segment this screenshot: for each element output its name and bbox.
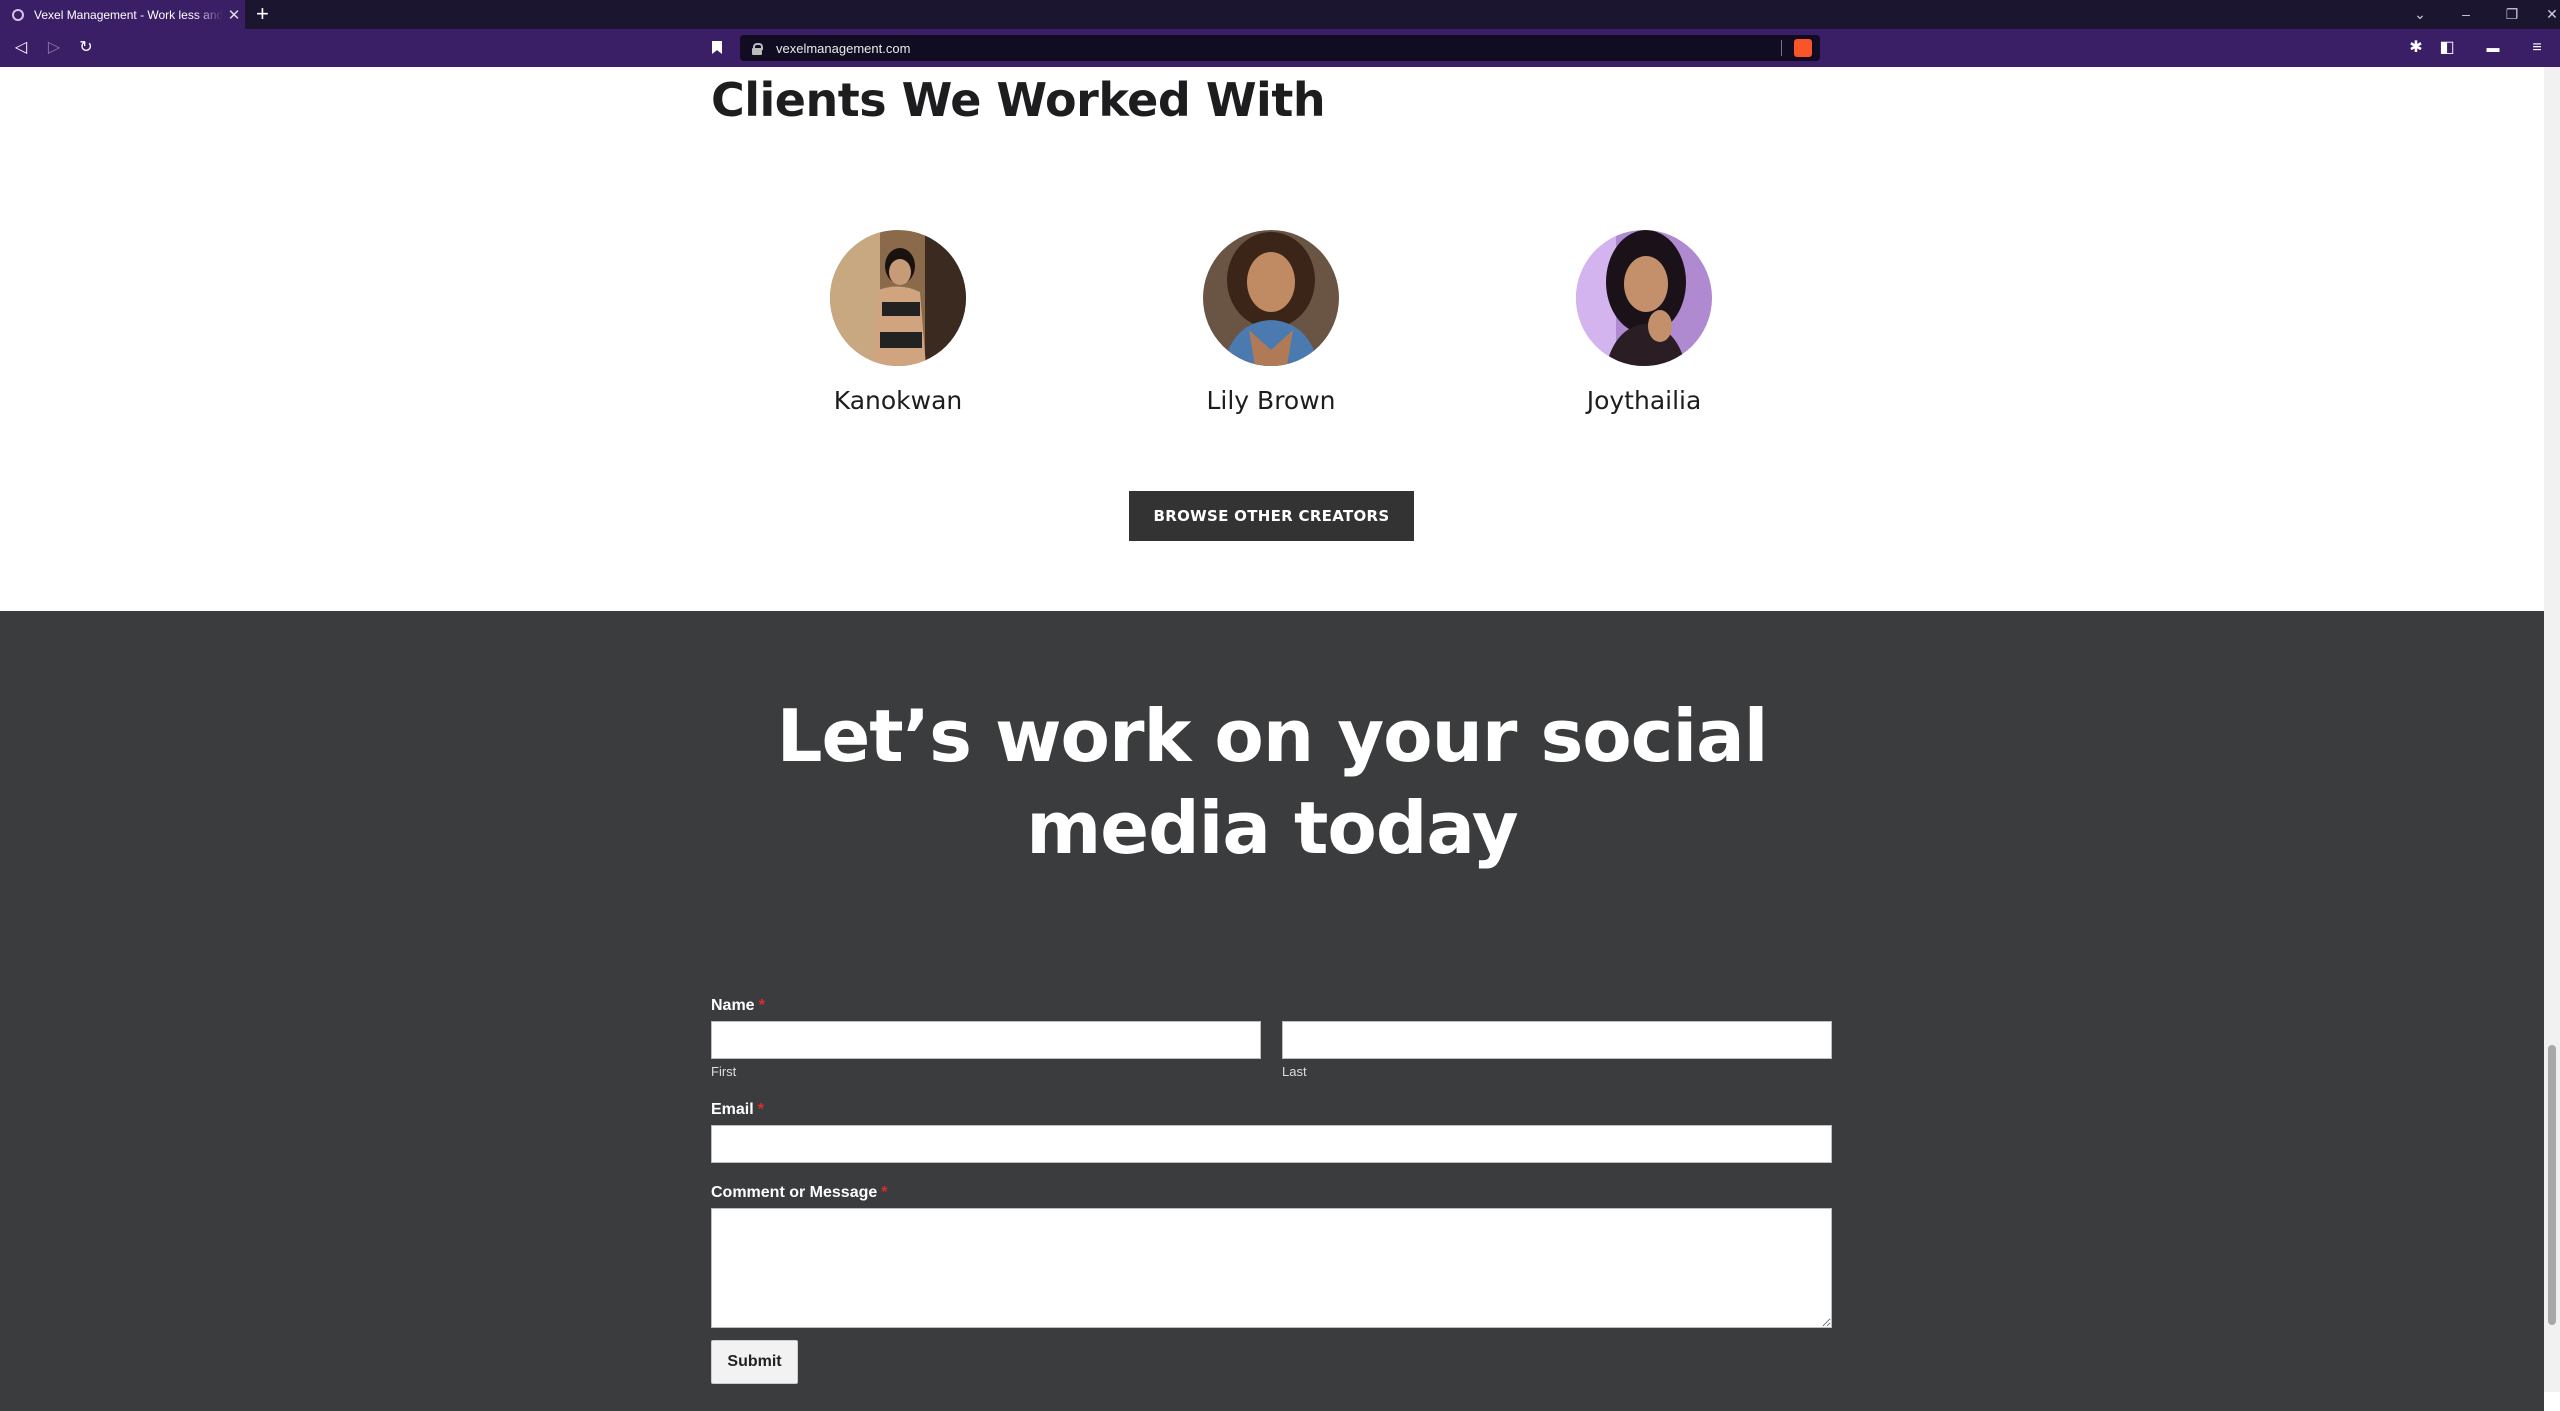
tab-title: Vexel Management - Work less and — [34, 7, 223, 22]
close-tab-icon[interactable]: ✕ — [223, 6, 245, 24]
required-mark: * — [881, 1184, 888, 1201]
message-label: Comment or Message * — [711, 1184, 888, 1201]
required-mark: * — [757, 1101, 764, 1118]
cta-line-2: media today — [1026, 786, 1518, 870]
extensions-icon[interactable]: ✱ — [2405, 37, 2427, 59]
wallet-icon[interactable]: ▬ — [2482, 37, 2504, 59]
message-textarea[interactable] — [711, 1208, 1832, 1328]
clients-heading: Clients We Worked With — [711, 73, 1326, 127]
forward-icon[interactable]: ▷ — [43, 37, 65, 59]
tab-search-icon[interactable]: ⌄ — [2400, 0, 2440, 29]
sidebar-icon[interactable]: ◧ — [2436, 37, 2458, 59]
client-avatar[interactable] — [1203, 230, 1339, 366]
browse-creators-button[interactable]: BROWSE OTHER CREATORS — [1129, 491, 1414, 541]
brave-shields-icon[interactable] — [1794, 39, 1812, 57]
reload-icon[interactable]: ↻ — [75, 37, 97, 59]
restore-icon[interactable]: ❐ — [2492, 0, 2532, 29]
client-card-lily-brown[interactable]: Lily Brown — [1151, 230, 1391, 415]
client-avatar[interactable] — [1576, 230, 1712, 366]
required-mark: * — [758, 997, 765, 1014]
client-card-kanokwan[interactable]: Kanokwan — [778, 230, 1018, 415]
scrollbar[interactable] — [2544, 67, 2560, 1392]
minimize-icon[interactable]: – — [2446, 0, 2486, 29]
client-card-joythailia[interactable]: Joythailia — [1524, 230, 1764, 415]
client-avatar[interactable] — [830, 230, 966, 366]
address-bar[interactable]: vexelmanagement.com — [740, 35, 1820, 61]
address-divider — [1781, 40, 1782, 56]
last-name-input[interactable] — [1282, 1021, 1832, 1059]
url-text: vexelmanagement.com — [776, 40, 911, 56]
client-name: Lily Brown — [1206, 386, 1336, 415]
back-icon[interactable]: ◁ — [10, 37, 32, 59]
first-name-input[interactable] — [711, 1021, 1261, 1059]
first-sublabel: First — [711, 1064, 737, 1079]
lock-icon — [752, 42, 763, 55]
email-field[interactable] — [711, 1125, 1832, 1163]
scrollbar-thumb[interactable] — [2548, 1045, 2556, 1325]
new-tab-icon[interactable]: + — [256, 2, 269, 26]
last-sublabel: Last — [1282, 1064, 1307, 1079]
email-label: Email * — [711, 1101, 764, 1118]
cta-heading: Let’s work on your social media today — [0, 690, 2544, 874]
globe-icon — [12, 8, 24, 21]
submit-button[interactable]: Submit — [711, 1340, 798, 1384]
menu-icon[interactable]: ≡ — [2526, 37, 2548, 59]
tab-strip: Vexel Management - Work less and ✕ + ⌄ –… — [0, 0, 2560, 29]
browser-tab[interactable]: Vexel Management - Work less and ✕ — [0, 0, 245, 29]
name-label: Name * — [711, 997, 765, 1014]
client-name: Joythailia — [1586, 386, 1702, 415]
client-name: Kanokwan — [833, 386, 963, 415]
close-window-icon[interactable]: ✕ — [2532, 0, 2560, 29]
cta-line-1: Let’s work on your social — [776, 694, 1769, 778]
